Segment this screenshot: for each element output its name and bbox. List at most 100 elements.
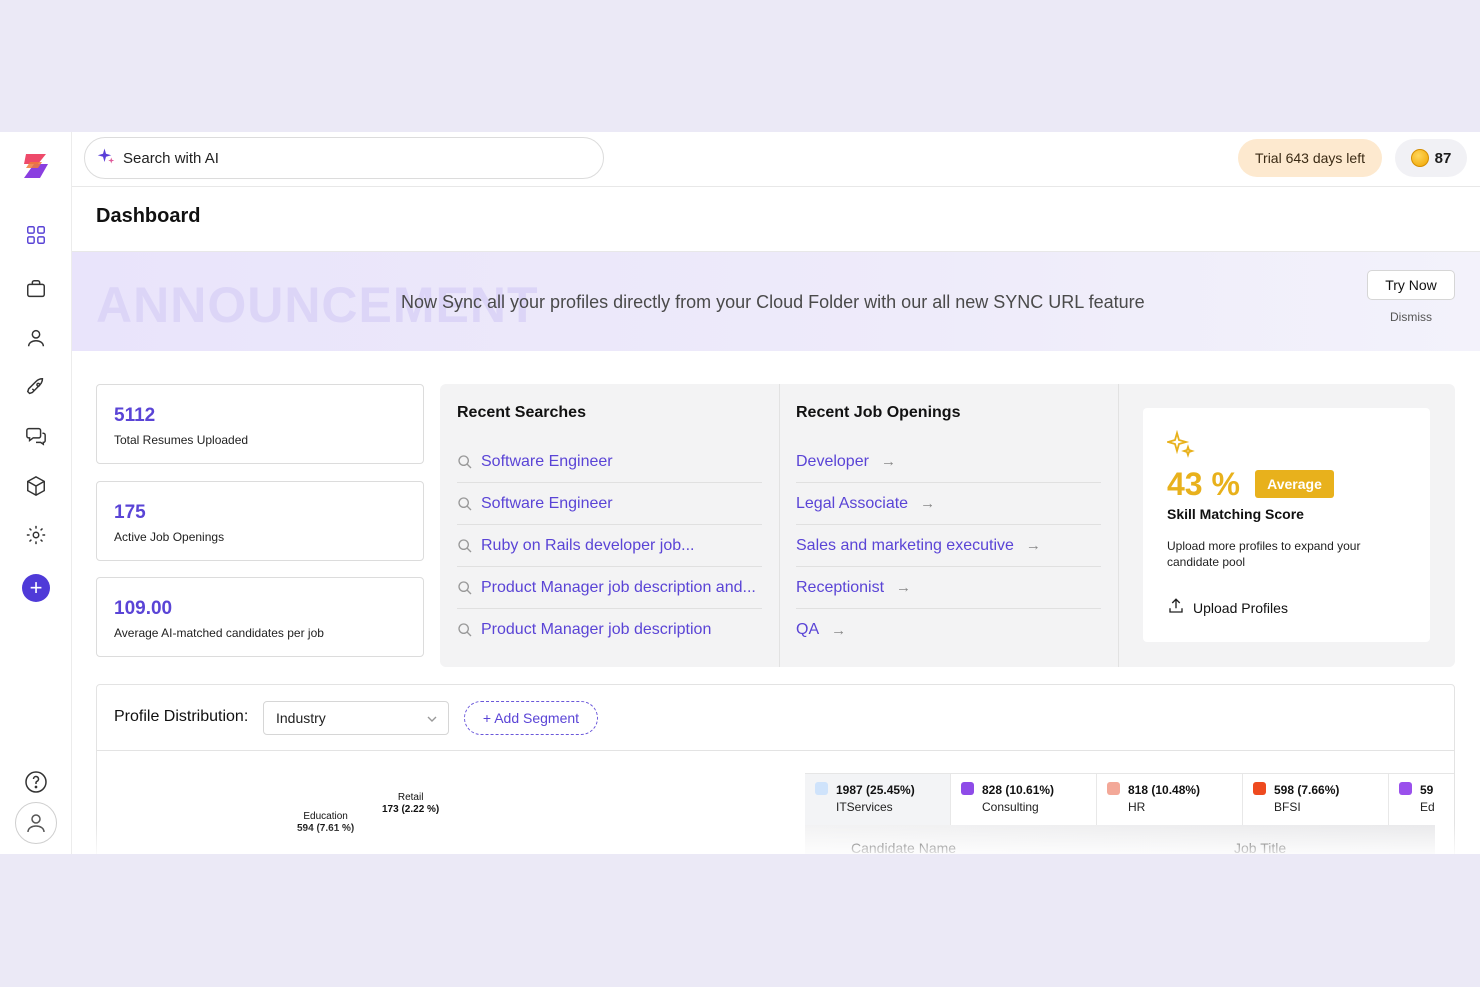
recent-jobs-section: Recent Job Openings Developer → Legal As… xyxy=(779,384,1118,667)
legend-swatch xyxy=(1253,782,1266,795)
recent-job-item[interactable]: Sales and marketing executive → xyxy=(796,525,1101,567)
upload-profiles-label: Upload Profiles xyxy=(1193,599,1288,616)
dismiss-link[interactable]: Dismiss xyxy=(1390,310,1432,324)
skill-score-label: Skill Matching Score xyxy=(1167,506,1304,522)
search-input[interactable] xyxy=(123,149,563,167)
legend-name: HR xyxy=(1128,800,1146,814)
legend-value: 1987 (25.45%) xyxy=(836,783,915,797)
column-header-job-title[interactable]: Job Title xyxy=(1234,840,1286,854)
recent-search-label: Software Engineer xyxy=(481,452,613,470)
arrow-right-icon: → xyxy=(920,495,936,512)
pie-label-value: 173 (2.22 %) xyxy=(382,804,440,815)
segment-select-value: Industry xyxy=(276,710,326,726)
pie-label-retail: Retail 173 (2.22 %) xyxy=(382,792,439,816)
cube-icon[interactable] xyxy=(23,473,49,499)
recent-search-item[interactable]: Software Engineer xyxy=(457,483,762,525)
recent-jobs-title: Recent Job Openings xyxy=(796,404,961,421)
legend-name: BFSI xyxy=(1274,800,1301,814)
page-title: Dashboard xyxy=(96,205,201,227)
recent-job-item[interactable]: Legal Associate → xyxy=(796,483,1101,525)
legend-swatch xyxy=(961,782,974,795)
arrow-right-icon: → xyxy=(831,621,847,639)
chevron-down-icon xyxy=(426,712,438,724)
announcement-banner: ANNOUNCEMENT Now Sync all your profiles … xyxy=(72,252,1480,351)
chat-icon[interactable] xyxy=(23,423,49,449)
recent-search-label: Product Manager job description and... xyxy=(481,578,756,596)
distribution-header: Profile Distribution: Industry + Add Seg… xyxy=(97,685,1454,751)
top-bar: Trial 643 days left 87 xyxy=(72,132,1480,187)
user-icon[interactable] xyxy=(23,325,49,351)
recent-job-label: QA xyxy=(796,621,820,638)
announcement-text: Now Sync all your profiles directly from… xyxy=(401,292,1145,312)
ai-search-bar[interactable] xyxy=(84,137,604,179)
upload-profiles-button[interactable]: Upload Profiles xyxy=(1167,597,1288,618)
stat-card-job-openings[interactable]: 175 Active Job Openings xyxy=(96,481,424,561)
add-button[interactable]: + xyxy=(22,574,50,602)
legend-item[interactable]: 1987 (25.45%) ITServices xyxy=(805,774,951,825)
arrow-right-icon: → xyxy=(1025,537,1041,554)
legend-name: ITServices xyxy=(836,800,893,814)
profile-distribution-card: Profile Distribution: Industry + Add Seg… xyxy=(96,684,1455,854)
search-icon xyxy=(457,454,473,470)
recent-job-label: Legal Associate xyxy=(796,494,909,512)
sparkle-icon xyxy=(1164,429,1195,458)
search-icon xyxy=(457,538,473,554)
pie-label-name: Education xyxy=(303,811,348,822)
recent-job-item[interactable]: Receptionist → xyxy=(796,567,1101,609)
stat-card-resumes[interactable]: 5112 Total Resumes Uploaded xyxy=(96,384,424,464)
gear-icon[interactable] xyxy=(23,522,49,548)
recent-job-label: Developer xyxy=(796,452,869,470)
stat-card-ai-matched[interactable]: 109.00 Average AI-matched candidates per… xyxy=(96,577,424,657)
recent-search-item[interactable]: Product Manager job description xyxy=(457,609,762,651)
stat-value: 5112 xyxy=(114,405,156,426)
skill-score-value: 43 % xyxy=(1167,466,1240,502)
activity-panel: Recent Searches Software Engineer Softwa… xyxy=(440,384,1455,667)
legend-item[interactable]: 598 (7.66%) BFSI xyxy=(1243,774,1389,825)
candidate-table-header: Candidate Name Job Title xyxy=(805,825,1435,854)
recent-searches-title: Recent Searches xyxy=(457,404,586,421)
stat-label: Active Job Openings xyxy=(114,530,225,544)
add-segment-button[interactable]: + Add Segment xyxy=(464,701,598,735)
help-icon[interactable] xyxy=(24,770,48,794)
legend-item[interactable]: 818 (10.48%) HR xyxy=(1097,774,1243,825)
trial-badge[interactable]: Trial 643 days left xyxy=(1238,139,1382,177)
recent-searches-section: Recent Searches Software Engineer Softwa… xyxy=(440,384,779,667)
recent-search-item[interactable]: Software Engineer xyxy=(457,441,762,483)
recent-search-item[interactable]: Ruby on Rails developer job... xyxy=(457,525,762,567)
pie-label-education: Education 594 (7.61 %) xyxy=(297,811,354,835)
arrow-right-icon: → xyxy=(880,453,896,470)
recent-job-label: Sales and marketing executive xyxy=(796,536,1014,554)
coin-count: 87 xyxy=(1434,149,1452,167)
arrow-right-icon: → xyxy=(896,579,912,596)
briefcase-icon[interactable] xyxy=(23,276,49,302)
legend-value: 598 (7.66%) xyxy=(1274,783,1340,797)
segment-select[interactable]: Industry xyxy=(263,701,449,735)
skill-score-description: Upload more profiles to expand your cand… xyxy=(1167,539,1361,569)
skill-score-badge: Average xyxy=(1255,470,1334,498)
recent-search-label: Product Manager job description xyxy=(481,621,712,638)
dashboard-grid-icon[interactable] xyxy=(23,222,49,248)
recent-job-item[interactable]: Developer → xyxy=(796,441,1101,483)
legend-name: Ed xyxy=(1420,800,1435,814)
legend-swatch xyxy=(1107,782,1120,795)
sidebar: + xyxy=(0,132,72,854)
recent-search-item[interactable]: Product Manager job description and... xyxy=(457,567,762,609)
sparkle-icon xyxy=(97,147,115,170)
legend-item[interactable]: 828 (10.61%) Consulting xyxy=(951,774,1097,825)
legend-value: 828 (10.61%) xyxy=(982,783,1055,797)
distribution-legend: 1987 (25.45%) ITServices 828 (10.61%) Co… xyxy=(805,773,1454,825)
pie-label-name: Retail xyxy=(397,792,424,803)
legend-item[interactable]: 59 Ed xyxy=(1389,774,1454,825)
legend-name: Consulting xyxy=(982,800,1039,814)
rocket-icon[interactable] xyxy=(23,374,49,400)
coin-balance[interactable]: 87 xyxy=(1395,139,1467,177)
divider xyxy=(1118,384,1119,667)
avatar[interactable] xyxy=(15,802,57,844)
column-header-candidate-name[interactable]: Candidate Name xyxy=(851,840,956,854)
skill-score-card: 43 % Average Skill Matching Score Upload… xyxy=(1143,408,1430,642)
stat-value: 109.00 xyxy=(114,598,173,619)
stat-value: 175 xyxy=(114,502,146,523)
try-now-button[interactable]: Try Now xyxy=(1367,270,1455,300)
recent-job-item[interactable]: QA → xyxy=(796,609,1101,651)
app-logo[interactable] xyxy=(18,148,54,184)
